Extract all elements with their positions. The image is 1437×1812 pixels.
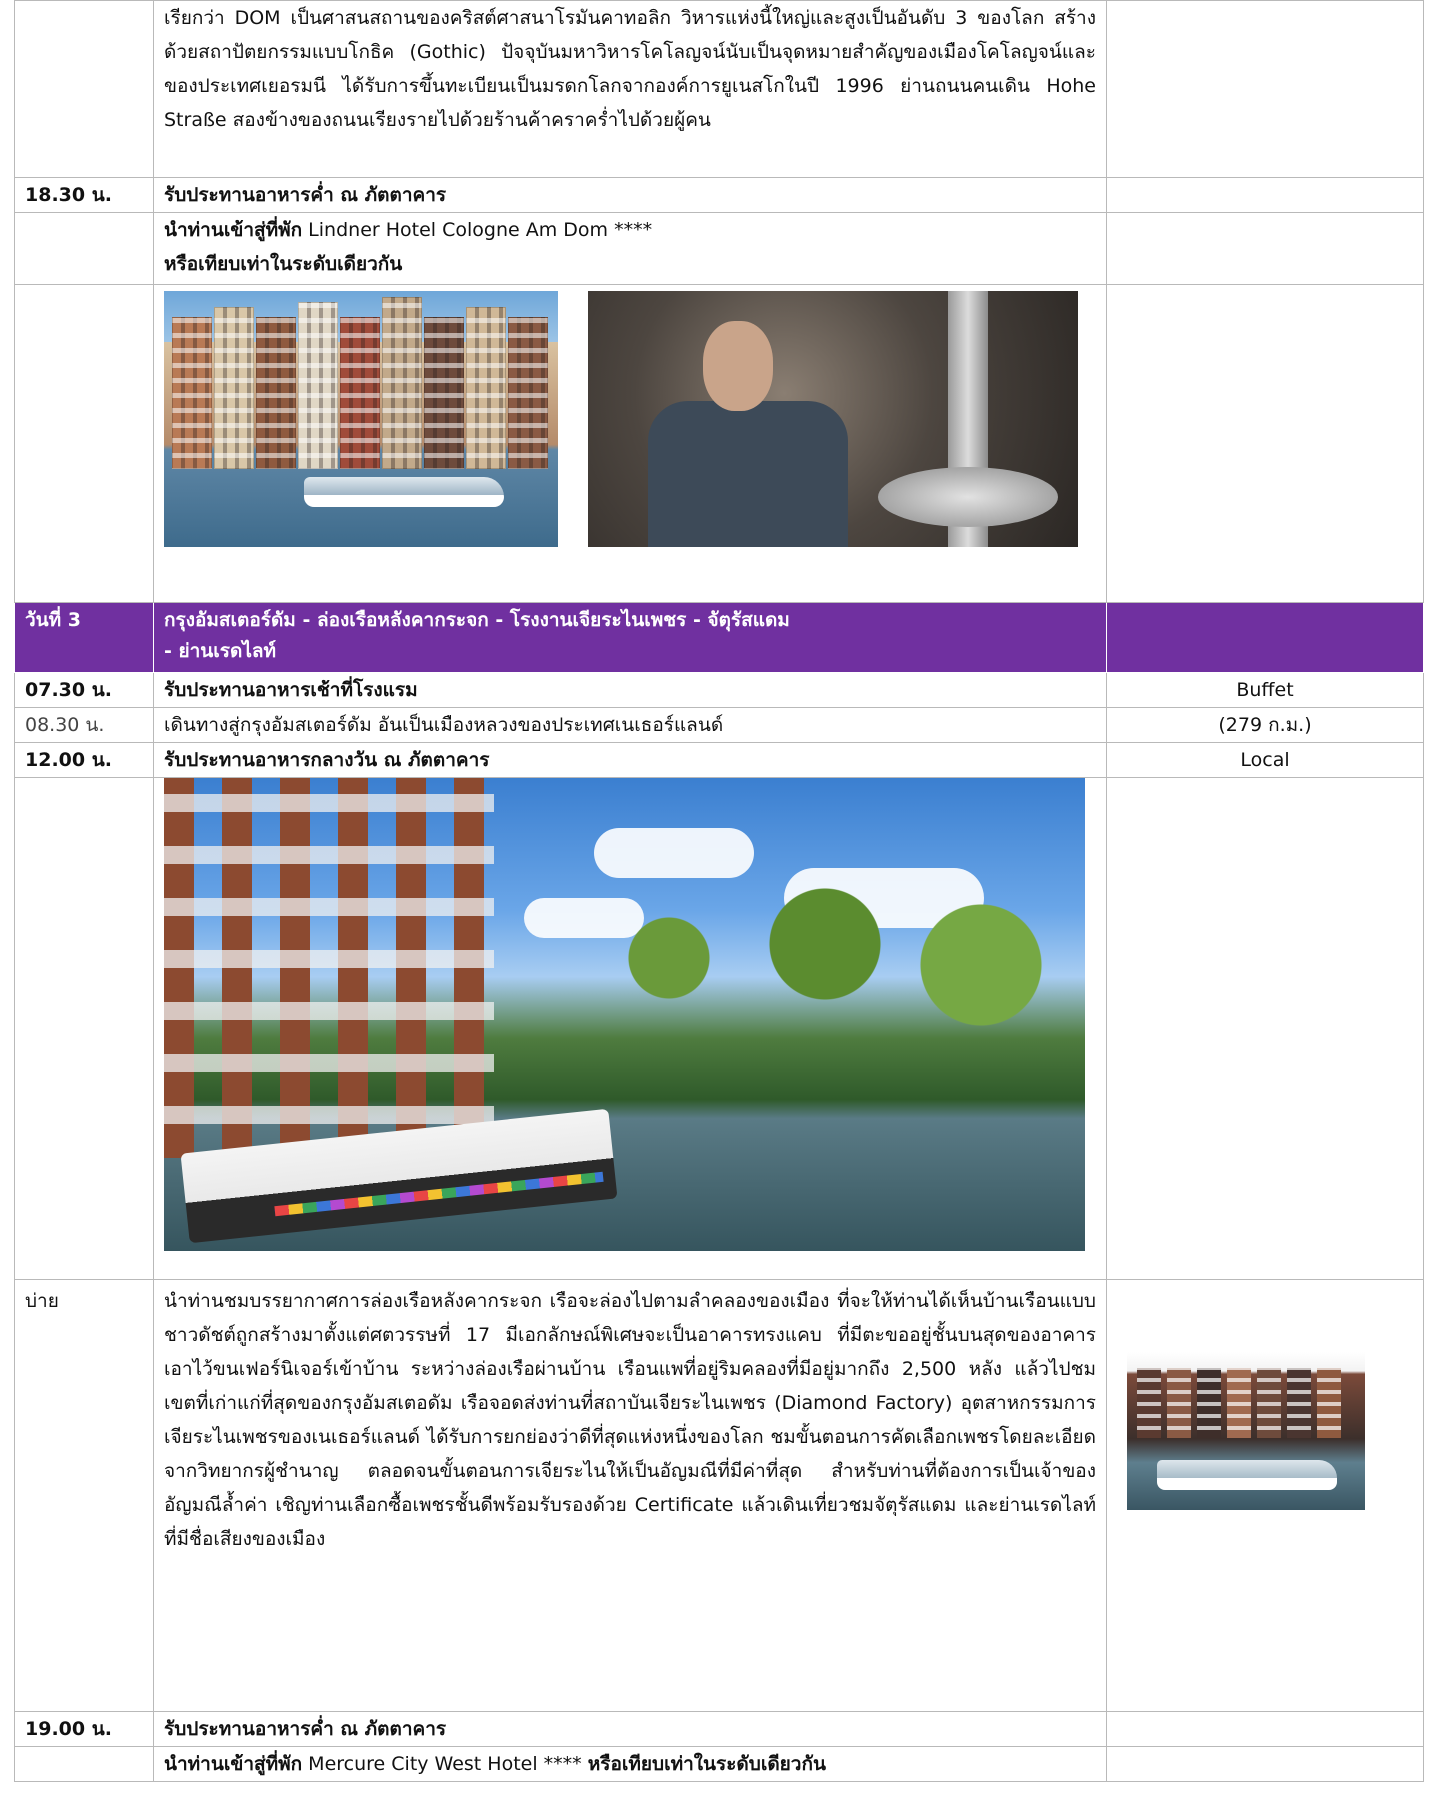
afternoon-paragraph: นำท่านชมบรรยากาศการล่องเรือหลังคากระจก เ… bbox=[164, 1290, 1096, 1550]
hotel-day3-time bbox=[14, 1746, 154, 1782]
canal-photo-row bbox=[14, 777, 1424, 1280]
day3-header-meal bbox=[1106, 602, 1424, 673]
breakfast-row: 07.30 น. รับประทานอาหารเช้าที่โรงแรม Buf… bbox=[14, 672, 1424, 708]
hotel-day3-alt: หรือเทียบเท่าในระดับเดียวกัน bbox=[587, 1753, 826, 1775]
lunch-row: 12.00 น. รับประทานอาหารกลางวัน ณ ภัตตาคา… bbox=[14, 742, 1424, 778]
lunch-meal: Local bbox=[1106, 742, 1424, 778]
hotel-day2-prefix: นำท่านเข้าสู่ที่พัก bbox=[164, 219, 303, 241]
canal-photo-meal bbox=[1106, 777, 1424, 1280]
hotel-day3-meal bbox=[1106, 1746, 1424, 1782]
day3-title: กรุงอัมสเตอร์ดัม - ล่องเรือหลังคากระจก -… bbox=[153, 602, 1107, 673]
breakfast-meal: Buffet bbox=[1106, 672, 1424, 708]
dinner-day3-meal bbox=[1106, 1711, 1424, 1747]
day3-header-row: วันที่ 3 กรุงอัมสเตอร์ดัม - ล่องเรือหลัง… bbox=[14, 602, 1424, 673]
amsterdam-canal-photo bbox=[164, 778, 1085, 1251]
intro-paragraph: เรียกว่า DOM เป็นศาสนสถานของคริสต์ศาสนาโ… bbox=[164, 7, 1096, 131]
dinner-day2-row: 18.30 น. รับประทานอาหารค่ำ ณ ภัตตาคาร bbox=[14, 177, 1424, 213]
hotel-day3-row: นำท่านเข้าสู่ที่พัก Mercure City West Ho… bbox=[14, 1746, 1424, 1782]
afternoon-time: บ่าย bbox=[14, 1279, 154, 1712]
hotel-day2-row: นำท่านเข้าสู่ที่พัก Lindner Hotel Cologn… bbox=[14, 212, 1424, 285]
travel-text: เดินทางสู่กรุงอัมสเตอร์ดัม อันเป็นเมืองห… bbox=[153, 707, 1107, 743]
day3-label: วันที่ 3 bbox=[14, 602, 154, 673]
photos-day2-cell bbox=[153, 284, 1107, 603]
hotel-day2-name: Lindner Hotel Cologne Am Dom **** bbox=[302, 219, 653, 241]
intro-time-cell bbox=[14, 0, 154, 178]
dinner-day2-text: รับประทานอาหารค่ำ ณ ภัตตาคาร bbox=[153, 177, 1107, 213]
dinner-day3-row: 19.00 น. รับประทานอาหารค่ำ ณ ภัตตาคาร bbox=[14, 1711, 1424, 1747]
diamond-workers-photo bbox=[588, 291, 1078, 547]
hotel-day2-cell: นำท่านเข้าสู่ที่พัก Lindner Hotel Cologn… bbox=[153, 212, 1107, 285]
hotel-day2-meal bbox=[1106, 212, 1424, 285]
intro-row: เรียกว่า DOM เป็นศาสนสถานของคริสต์ศาสนาโ… bbox=[14, 0, 1424, 178]
intro-desc-cell: เรียกว่า DOM เป็นศาสนสถานของคริสต์ศาสนาโ… bbox=[153, 0, 1107, 178]
dinner-day3-text: รับประทานอาหารค่ำ ณ ภัตตาคาร bbox=[153, 1711, 1107, 1747]
breakfast-time: 07.30 น. bbox=[14, 672, 154, 708]
canal-houses-boat-photo bbox=[164, 291, 558, 547]
travel-distance: (279 ก.ม.) bbox=[1106, 707, 1424, 743]
hotel-day3-cell: นำท่านเข้าสู่ที่พัก Mercure City West Ho… bbox=[153, 1746, 1107, 1782]
hotel-day2-alt: หรือเทียบเท่าในระดับเดียวกัน bbox=[164, 253, 403, 275]
hotel-day3-name: Mercure City West Hotel **** bbox=[302, 1753, 588, 1775]
dinner-day2-meal bbox=[1106, 177, 1424, 213]
photos-day2-row bbox=[14, 284, 1424, 603]
breakfast-text: รับประทานอาหารเช้าที่โรงแรม bbox=[153, 672, 1107, 708]
canal-houses-small-photo bbox=[1127, 1352, 1365, 1510]
dinner-day2-time: 18.30 น. bbox=[14, 177, 154, 213]
canal-photo-time bbox=[14, 777, 154, 1280]
afternoon-image-cell bbox=[1106, 1279, 1424, 1712]
lunch-text: รับประทานอาหารกลางวัน ณ ภัตตาคาร bbox=[153, 742, 1107, 778]
photos-day2-time bbox=[14, 284, 154, 603]
hotel-day3-prefix: นำท่านเข้าสู่ที่พัก bbox=[164, 1753, 303, 1775]
itinerary-table: เรียกว่า DOM เป็นศาสนสถานของคริสต์ศาสนาโ… bbox=[14, 0, 1424, 1782]
day3-title-line1: กรุงอัมสเตอร์ดัม - ล่องเรือหลังคากระจก -… bbox=[164, 609, 790, 631]
afternoon-desc-cell: นำท่านชมบรรยากาศการล่องเรือหลังคากระจก เ… bbox=[153, 1279, 1107, 1712]
lunch-time: 12.00 น. bbox=[14, 742, 154, 778]
afternoon-row: บ่าย นำท่านชมบรรยากาศการล่องเรือหลังคากร… bbox=[14, 1279, 1424, 1712]
day3-title-line2: - ย่านเรดไลท์ bbox=[164, 640, 277, 662]
photos-day2-meal bbox=[1106, 284, 1424, 603]
intro-meal-cell bbox=[1106, 0, 1424, 178]
hotel-day2-time bbox=[14, 212, 154, 285]
dinner-day3-time: 19.00 น. bbox=[14, 1711, 154, 1747]
canal-photo-cell bbox=[153, 777, 1107, 1280]
travel-time: 08.30 น. bbox=[14, 707, 154, 743]
travel-row: 08.30 น. เดินทางสู่กรุงอัมสเตอร์ดัม อันเ… bbox=[14, 707, 1424, 743]
